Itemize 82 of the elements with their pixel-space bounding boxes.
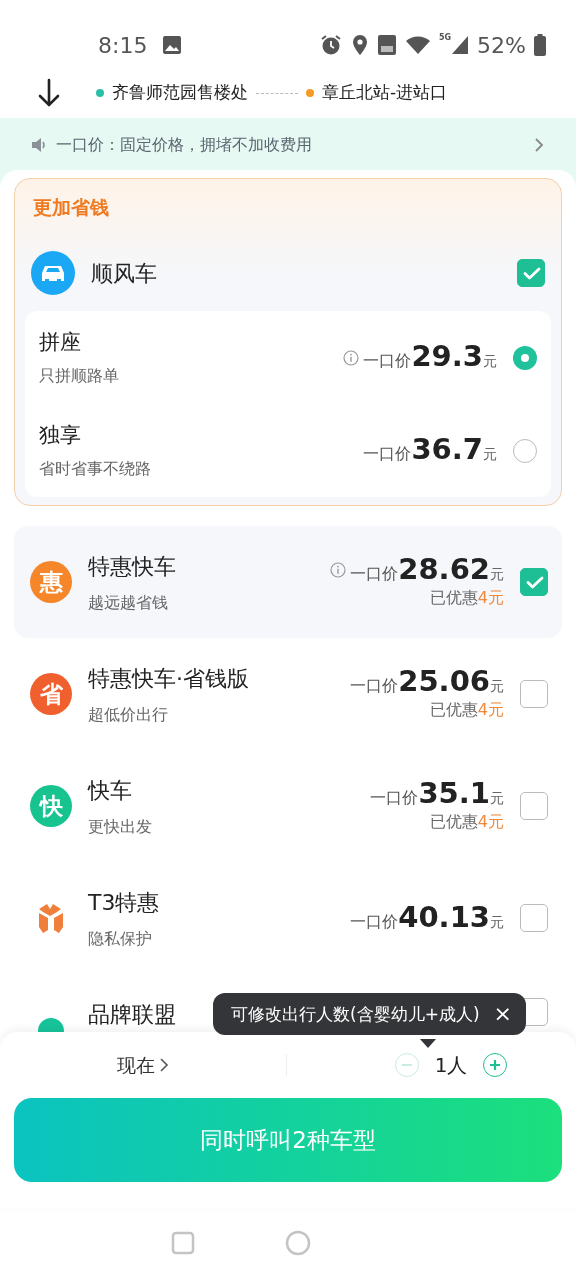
chevron-right-icon (159, 1057, 169, 1073)
battery-level: 52% (477, 31, 526, 60)
network-type: 5G (438, 34, 452, 42)
price: 29.3 (411, 342, 483, 371)
volte-icon (376, 34, 397, 56)
ride-icon: 省 (30, 673, 72, 715)
notice-text: 一口价：固定价格，拥堵不加收费用 (56, 134, 312, 156)
time-selector[interactable]: 现在 (0, 1044, 286, 1086)
ride-icon: 快 (30, 785, 72, 827)
ride-subtitle: 超低价出行 (88, 703, 169, 726)
passenger-count: 1人 (434, 1052, 468, 1079)
home-icon[interactable] (285, 1230, 311, 1256)
price-unit: 元 (483, 352, 497, 371)
discount-label: 已优惠 (429, 698, 478, 721)
checkbox[interactable] (520, 792, 548, 820)
ride-icon: 惠 (30, 561, 72, 603)
price: 40.13 (398, 902, 490, 932)
option-row[interactable]: 拼座 只拼顺路单 一口价29.3 元 (25, 311, 551, 404)
ride-subtitle: 隐私保护 (88, 927, 153, 950)
tooltip-text: 可修改出行人数(含婴幼儿+成人) (231, 1003, 480, 1026)
origin-dot (96, 89, 104, 97)
option-subtitle: 省时省事不绕路 (39, 458, 151, 481)
ride-subtitle: 更快出发 (88, 815, 152, 838)
discount-label: 已优惠 (429, 810, 478, 833)
info-icon[interactable] (343, 349, 360, 366)
price-label: 一口价 (363, 443, 412, 465)
price: 35.1 (418, 778, 490, 808)
checkbox[interactable] (517, 259, 545, 287)
option-subtitle: 只拼顺路单 (39, 365, 119, 388)
image-icon (161, 34, 184, 56)
price-label: 一口价 (363, 350, 412, 372)
origin-text: 齐鲁师范园售楼处 (112, 81, 248, 105)
destination-text: 章丘北站-进站口 (322, 81, 448, 105)
option-name: 独享 (39, 421, 82, 449)
price: 28.62 (398, 554, 490, 584)
price-label: 一口价 (350, 562, 399, 585)
price-unit: 元 (490, 788, 504, 808)
signal-icon (451, 34, 470, 56)
price-unit: 元 (490, 676, 504, 696)
price-label: 一口价 (350, 674, 399, 697)
plus-icon (489, 1059, 502, 1071)
price: 36.7 (411, 435, 483, 464)
down-arrow-icon[interactable] (36, 78, 62, 108)
info-icon[interactable] (330, 562, 347, 578)
checkbox[interactable] (520, 568, 548, 596)
option-name: 拼座 (39, 328, 82, 356)
close-button[interactable]: × (493, 1003, 512, 1026)
battery-icon (534, 34, 546, 56)
car-icon (31, 251, 75, 295)
discount-amount: 4元 (477, 810, 504, 833)
ride-name: 快车 (88, 776, 133, 805)
ride-subtitle: 越远越省钱 (88, 591, 169, 614)
checkbox[interactable] (520, 904, 548, 932)
chevron-right-icon (532, 136, 546, 154)
location-icon (350, 33, 369, 57)
price-unit: 元 (483, 445, 497, 464)
option-row[interactable]: 独享 省时省事不绕路 一口价36.7 元 (25, 404, 551, 497)
recents-icon[interactable] (171, 1231, 195, 1255)
section-title: 更加省钱 (32, 195, 110, 220)
price: 25.06 (398, 666, 490, 696)
checkbox[interactable] (520, 680, 548, 708)
price-label: 一口价 (350, 910, 399, 933)
ride-name: 特惠快车 (88, 552, 176, 581)
ride-name: 顺风车 (91, 259, 157, 288)
discount-label: 已优惠 (429, 586, 478, 609)
radio-button[interactable] (513, 345, 537, 370)
price-unit: 元 (490, 912, 504, 932)
tooltip-arrow (420, 1039, 436, 1048)
wifi-icon (404, 34, 431, 56)
discount-amount: 4元 (477, 586, 504, 609)
ride-name: T3特惠 (88, 888, 160, 917)
ride-row[interactable]: 惠 特惠快车 越远越省钱 一口价28.62 元 已优惠4元 (14, 526, 562, 638)
clock: 8:15 (98, 31, 148, 60)
destination-dot (306, 89, 314, 97)
speaker-icon (30, 136, 48, 154)
price-unit: 元 (490, 564, 504, 584)
notice-bar[interactable]: 一口价：固定价格，拥堵不加收费用 (0, 118, 576, 172)
ride-name: 特惠快车·省钱版 (88, 664, 249, 693)
price-label: 一口价 (370, 786, 419, 809)
ride-name: 品牌联盟 (88, 1001, 176, 1029)
discount-amount: 4元 (477, 698, 504, 721)
radio-button[interactable] (513, 438, 537, 463)
